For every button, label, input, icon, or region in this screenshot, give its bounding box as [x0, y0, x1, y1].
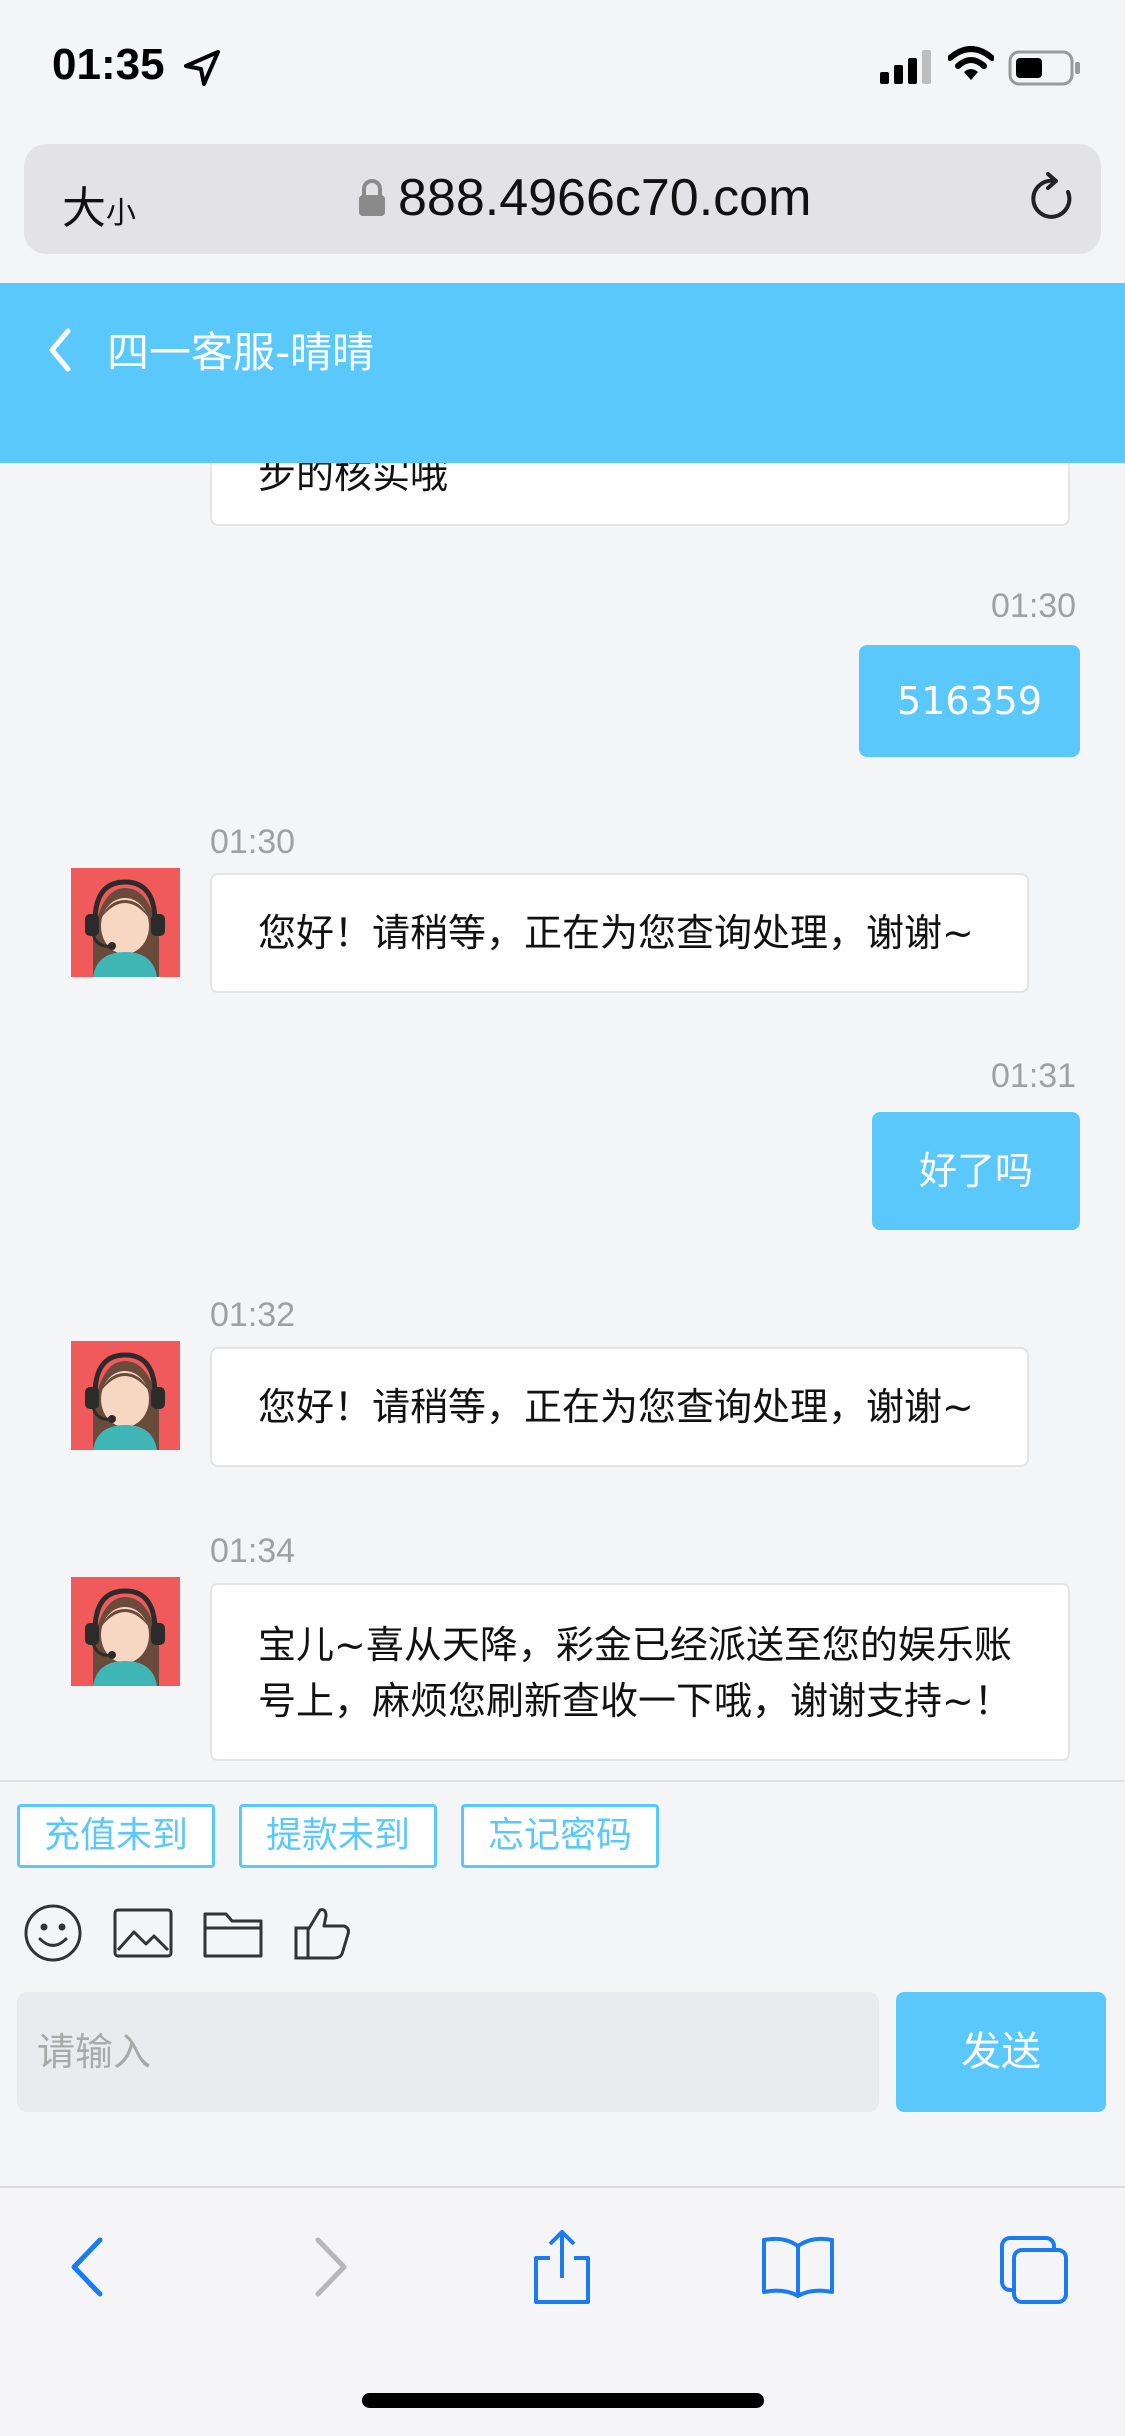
message-bubble-partial: 步的核实哦 [210, 463, 1070, 526]
agent-avatar [71, 1341, 180, 1450]
quick-reply-withdraw-button[interactable]: 提款未到 [239, 1804, 437, 1868]
folder-icon[interactable] [202, 1902, 264, 1968]
message-list[interactable]: 步的核实哦 01:30 516359 01:30 您好！请稍等，正在为您查询处理… [0, 463, 1125, 1780]
message-time: 01:32 [210, 1296, 296, 1334]
text-size-button[interactable]: 大小 [62, 172, 136, 236]
battery-icon [1008, 50, 1082, 90]
agent-avatar [71, 1577, 180, 1686]
cellular-signal-icon [880, 50, 934, 88]
chat-header: 四一客服-晴晴 [0, 283, 1125, 463]
quick-reply-deposit-button[interactable]: 充值未到 [17, 1804, 215, 1868]
home-indicator [362, 2393, 764, 2408]
message-bubble-user: 好了吗 [872, 1112, 1080, 1230]
message-time: 01:31 [991, 1057, 1077, 1095]
browser-back-icon[interactable] [66, 2234, 110, 2304]
chat-title: 四一客服-晴晴 [107, 328, 375, 377]
location-arrow-icon [182, 48, 222, 92]
message-time: 01:30 [991, 587, 1077, 625]
message-bubble-agent: 宝儿~喜从天降，彩金已经派送至您的娱乐账号上，麻烦您刷新查收一下哦，谢谢支持~！ [210, 1583, 1070, 1761]
share-icon[interactable] [530, 2228, 594, 2310]
quick-reply-password-button[interactable]: 忘记密码 [461, 1804, 659, 1868]
browser-forward-icon[interactable] [308, 2234, 352, 2304]
message-text: 宝儿~喜从天降，彩金已经派送至您的娱乐账号上，麻烦您刷新查收一下哦，谢谢支持~！ [258, 1623, 1012, 1723]
message-text: 您好！请稍等，正在为您查询处理，谢谢~ [258, 1385, 974, 1429]
status-bar: 01:35 [0, 0, 1125, 140]
composer: 充值未到 提款未到 忘记密码 发送 [0, 1780, 1125, 2186]
text-size-big: 大 [62, 183, 106, 234]
message-time: 01:34 [210, 1532, 296, 1570]
message-time: 01:30 [210, 823, 296, 861]
tabs-icon[interactable] [998, 2234, 1070, 2310]
message-bubble-agent: 您好！请稍等，正在为您查询处理，谢谢~ [210, 873, 1029, 993]
url-text[interactable]: 888.4966c70.com [398, 168, 811, 228]
lock-icon [357, 178, 387, 222]
message-text: 516359 [896, 679, 1043, 723]
thumbs-up-icon[interactable] [292, 1902, 354, 1968]
image-icon[interactable] [112, 1902, 174, 1968]
address-bar[interactable]: 大小 888.4966c70.com [24, 144, 1101, 254]
agent-avatar [71, 868, 180, 977]
message-text: 您好！请稍等，正在为您查询处理，谢谢~ [258, 911, 974, 955]
message-bubble-user: 516359 [859, 645, 1080, 757]
bookmarks-icon[interactable] [760, 2234, 836, 2304]
emoji-icon[interactable] [22, 1902, 84, 1968]
text-size-small: 小 [106, 196, 136, 231]
message-bubble-agent: 您好！请稍等，正在为您查询处理，谢谢~ [210, 1347, 1029, 1467]
message-text: 步的核实哦 [258, 463, 449, 497]
message-input[interactable] [17, 1992, 879, 2112]
status-time: 01:35 [52, 40, 165, 89]
send-button[interactable]: 发送 [896, 1992, 1106, 2112]
back-icon[interactable] [42, 323, 76, 381]
reload-icon[interactable] [1028, 170, 1078, 230]
wifi-icon [947, 46, 995, 86]
message-text: 好了吗 [918, 1149, 1033, 1193]
